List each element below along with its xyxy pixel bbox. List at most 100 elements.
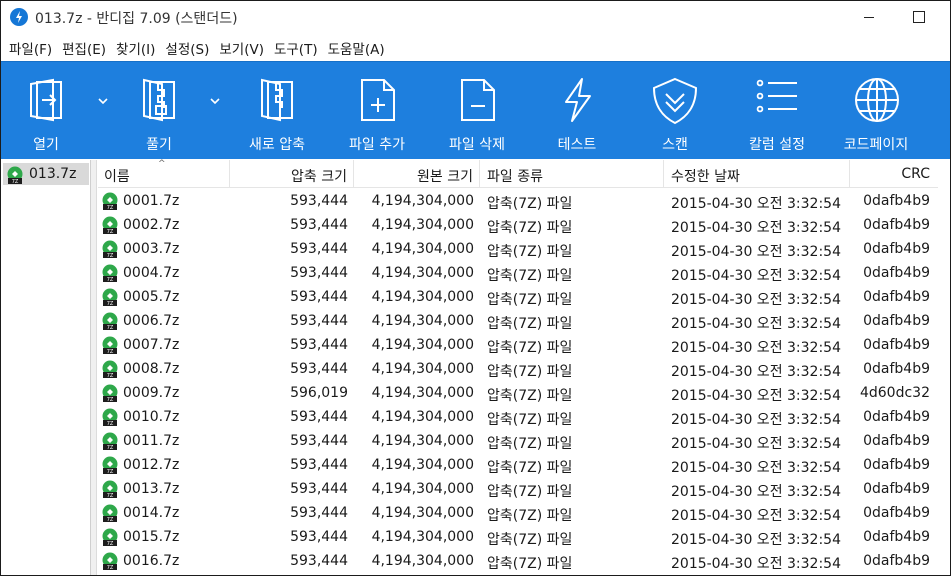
table-row[interactable]: 7Z 0002.7z 593,444 4,194,304,000 압축(7Z) 파일 20… [98,213,938,237]
scan-label: 스캔 [662,137,688,153]
menu-edit[interactable]: 편집(E) [60,34,112,60]
packed-size-cell: 593,444 [290,193,348,209]
table-row[interactable]: 7Z 0010.7z 593,444 4,194,304,000 압축(7Z) 파일 20… [98,405,938,429]
file-name: 0004.7z [123,265,180,281]
7z-archive-icon: 7Z [102,384,118,402]
column-list-icon [756,79,797,113]
file-name-cell: 7Z 0011.7z [98,429,230,453]
table-row[interactable]: 7Z 0014.7z 593,444 4,194,304,000 압축(7Z) 파일 20… [98,501,938,525]
menu-tools[interactable]: 도구(T) [272,34,324,60]
extract-dropdown-icon[interactable] [209,97,221,105]
vertical-scrollbar[interactable] [938,160,950,575]
file-name: 0006.7z [123,313,180,329]
svg-text:7Z: 7Z [107,373,114,378]
table-row[interactable]: 7Z 0011.7z 593,444 4,194,304,000 압축(7Z) 파일 20… [98,429,938,453]
menu-view[interactable]: 보기(V) [217,34,270,60]
menu-help[interactable]: 도움말(A) [326,34,391,60]
packed-size-cell: 593,444 [290,505,348,521]
bandizip-icon[interactable] [10,8,28,26]
column-header: 이름 ^ 압축 크기 원본 크기 파일 종류 수정한 날짜 CRC [98,159,938,188]
globe-icon [855,78,899,122]
open-button[interactable]: 열기 [9,62,83,160]
table-row[interactable]: 7Z 0016.7z 593,444 4,194,304,000 압축(7Z) 파일 20… [98,549,938,573]
7z-archive-icon: 7Z [102,552,118,570]
app-window: 013.7z - 반디집 7.09 (스탠더드) 파일(F) 편집(E) 찾기(… [0,0,951,576]
file-name: 0014.7z [123,505,180,521]
new-archive-label: 새로 압축 [249,137,305,153]
column-modified-date-label: 수정한 날짜 [671,169,740,185]
table-row[interactable]: 7Z 0007.7z 593,444 4,194,304,000 압축(7Z) 파일 20… [98,333,938,357]
file-type-cell: 압축(7Z) 파일 [487,292,573,308]
packed-size-cell: 593,444 [290,337,348,353]
file-name-cell: 7Z 0003.7z [98,237,230,261]
table-row[interactable]: 7Z 0004.7z 593,444 4,194,304,000 압축(7Z) 파일 20… [98,261,938,285]
test-button[interactable]: 테스트 [539,62,615,160]
column-original-size-label: 원본 크기 [417,169,473,185]
panel-splitter[interactable] [91,160,97,575]
file-type-cell: 압축(7Z) 파일 [487,340,573,356]
7z-archive-icon: 7Z [102,216,118,234]
modified-date-cell: 2015-04-30 오전 3:32:54 [671,412,841,428]
file-name: 0001.7z [123,193,180,209]
table-row[interactable]: 7Z 0008.7z 593,444 4,194,304,000 압축(7Z) 파일 20… [98,357,938,381]
table-row[interactable]: 7Z 0015.7z 593,444 4,194,304,000 압축(7Z) 파일 20… [98,525,938,549]
menu-settings[interactable]: 설정(S) [163,34,215,60]
column-crc-label: CRC [901,166,930,182]
maximize-button[interactable] [895,1,941,33]
original-size-cell: 4,194,304,000 [371,217,474,233]
table-row[interactable]: 7Z 0001.7z 593,444 4,194,304,000 압축(7Z) 파일 20… [98,189,938,213]
svg-text:7Z: 7Z [107,469,114,474]
table-row[interactable]: 7Z 0009.7z 596,019 4,194,304,000 압축(7Z) 파일 20… [98,381,938,405]
new-archive-button[interactable]: 새로 압축 [237,62,317,160]
file-name: 0005.7z [123,289,180,305]
table-row[interactable]: 7Z 0012.7z 593,444 4,194,304,000 압축(7Z) 파일 20… [98,453,938,477]
column-settings-button[interactable]: 칼럼 설정 [733,62,821,160]
column-name[interactable]: 이름 ^ [98,159,230,188]
file-name: 0007.7z [123,337,180,353]
file-type-cell: 압축(7Z) 파일 [487,556,573,572]
file-type-cell: 압축(7Z) 파일 [487,220,573,236]
packed-size-cell: 593,444 [290,313,348,329]
crc-cell: 0dafb4b9 [863,337,930,353]
table-row[interactable]: 7Z 0005.7z 593,444 4,194,304,000 압축(7Z) 파일 20… [98,285,938,309]
extract-button[interactable]: 풀기 [121,62,197,160]
file-name-cell: 7Z 0004.7z [98,261,230,285]
7z-archive-icon: 7Z [102,480,118,498]
file-list: 이름 ^ 압축 크기 원본 크기 파일 종류 수정한 날짜 CRC 7Z 0001… [98,159,938,575]
column-name-label: 이름 [104,169,130,185]
packed-size-cell: 593,444 [290,289,348,305]
file-name-cell: 7Z 0012.7z [98,453,230,477]
svg-text:7Z: 7Z [12,179,19,184]
column-original-size[interactable]: 원본 크기 [354,160,480,188]
add-file-icon [361,79,395,121]
crc-cell: 4d60dc32 [859,385,930,401]
new-archive-icon [261,78,293,122]
menu-file[interactable]: 파일(F) [7,34,58,60]
tree-item-root[interactable]: 7Z 013.7z [3,163,89,185]
scan-button[interactable]: 스캔 [637,62,713,160]
column-packed-size[interactable]: 압축 크기 [230,160,354,188]
svg-text:7Z: 7Z [107,517,114,522]
table-row[interactable]: 7Z 0006.7z 593,444 4,194,304,000 압축(7Z) 파일 20… [98,309,938,333]
minimize-button[interactable] [846,1,892,33]
svg-text:7Z: 7Z [107,229,114,234]
column-settings-label: 칼럼 설정 [749,137,805,153]
column-modified-date[interactable]: 수정한 날짜 [664,160,850,188]
7z-archive-icon: 7Z [102,456,118,474]
delete-file-button[interactable]: 파일 삭제 [437,62,517,160]
add-file-button[interactable]: 파일 추가 [337,62,417,160]
column-file-type[interactable]: 파일 종류 [480,160,664,188]
svg-text:7Z: 7Z [107,565,114,570]
open-dropdown-icon[interactable] [97,97,109,105]
7z-archive-icon: 7Z [102,360,118,378]
table-row[interactable]: 7Z 0013.7z 593,444 4,194,304,000 압축(7Z) 파일 20… [98,477,938,501]
crc-cell: 0dafb4b9 [863,553,930,569]
codepage-button[interactable]: 코드페이지 [833,62,919,160]
file-name-cell: 7Z 0002.7z [98,213,230,237]
table-row[interactable]: 7Z 0003.7z 593,444 4,194,304,000 압축(7Z) 파일 20… [98,237,938,261]
original-size-cell: 4,194,304,000 [371,481,474,497]
crc-cell: 0dafb4b9 [863,289,930,305]
menu-find[interactable]: 찾기(I) [114,34,161,60]
column-crc[interactable]: CRC [850,160,934,188]
packed-size-cell: 593,444 [290,409,348,425]
